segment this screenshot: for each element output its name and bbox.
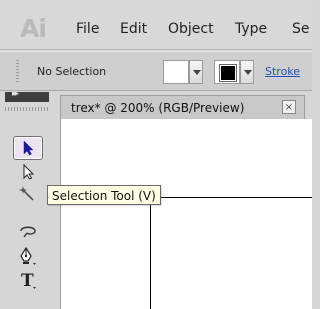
menu-type[interactable]: Type xyxy=(235,21,267,37)
artboard-edge xyxy=(150,197,151,309)
stroke-link[interactable]: Stroke xyxy=(265,65,300,78)
collapse-icon[interactable]: ▸▸ xyxy=(12,89,19,99)
selection-tool-icon xyxy=(23,140,34,156)
selection-tool-button[interactable] xyxy=(13,136,43,160)
menu-edit[interactable]: Edit xyxy=(120,21,147,37)
menu-bar: Ai File Edit Object Type Se xyxy=(0,0,312,50)
panel-header[interactable]: ▸▸ xyxy=(5,89,49,102)
close-icon: × xyxy=(284,101,294,113)
menu-select[interactable]: Se xyxy=(292,21,310,37)
artboard-edge xyxy=(150,197,312,198)
tools-panel: ▸▸ T xyxy=(0,89,50,309)
magic-wand-tool-button[interactable] xyxy=(13,182,43,206)
illustrator-window: Ai File Edit Object Type Se No Selection… xyxy=(0,0,312,309)
magic-wand-tool-icon xyxy=(19,186,34,201)
type-tool-icon: T xyxy=(21,271,36,291)
svg-text:T: T xyxy=(21,271,34,291)
lasso-tool-button[interactable] xyxy=(13,219,43,243)
type-tool-button[interactable]: T xyxy=(13,268,43,292)
panel-grip[interactable] xyxy=(5,107,49,111)
control-bar-grip[interactable] xyxy=(16,60,19,83)
canvas-area[interactable] xyxy=(60,119,312,309)
stroke-swatch[interactable] xyxy=(214,60,240,84)
lasso-tool-icon xyxy=(20,226,36,238)
stroke-dropdown-button[interactable] xyxy=(240,60,254,84)
direct-selection-tool-icon xyxy=(23,164,35,180)
control-bar: No Selection Stroke xyxy=(0,51,312,91)
pen-tool-button[interactable] xyxy=(13,244,43,268)
app-logo: Ai xyxy=(20,14,47,43)
menu-file[interactable]: File xyxy=(76,21,99,37)
close-tab-button[interactable]: × xyxy=(282,100,296,114)
document-tab[interactable]: trex* @ 200% (RGB/Preview) × xyxy=(60,95,305,119)
pen-tool-icon xyxy=(20,246,36,265)
fill-swatch[interactable] xyxy=(163,60,189,84)
menu-object[interactable]: Object xyxy=(168,21,214,37)
tooltip: Selection Tool (V) xyxy=(47,185,161,205)
fill-dropdown-button[interactable] xyxy=(189,60,203,84)
direct-selection-tool-button[interactable] xyxy=(13,160,43,184)
selection-status: No Selection xyxy=(37,65,107,78)
document-tab-title: trex* @ 200% (RGB/Preview) xyxy=(71,101,245,115)
